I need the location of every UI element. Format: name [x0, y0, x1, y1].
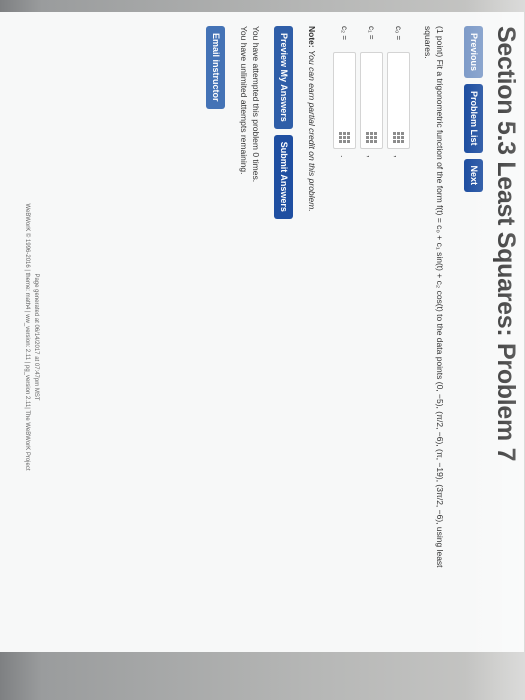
answer-input-c2[interactable] — [333, 52, 356, 149]
submit-answers-button[interactable]: Submit Answers — [274, 134, 293, 219]
page-footer: Page generated at 06/14/2017 at 07:47pm … — [22, 26, 40, 648]
answer-actions: Preview My Answers Submit Answers — [274, 26, 293, 648]
page-title: Section 5.3 Least Squares: Problem 7 — [492, 26, 520, 462]
next-button[interactable]: Next — [464, 158, 483, 193]
matrix-icon[interactable] — [339, 132, 350, 143]
matrix-icon[interactable] — [366, 132, 377, 143]
previous-button[interactable]: Previous — [464, 26, 483, 79]
answer-suffix: , — [393, 155, 404, 158]
answer-suffix: . — [339, 155, 350, 158]
answer-suffix: , — [366, 155, 377, 158]
matrix-icon[interactable] — [393, 132, 404, 143]
page-content: Section 5.3 Least Squares: Problem 7 Pre… — [0, 26, 520, 648]
note-label: Note: — [307, 26, 317, 48]
partial-credit-note: Note: You can earn partial credit on thi… — [307, 26, 317, 648]
photo-background: Section 5.3 Least Squares: Problem 7 Pre… — [0, 0, 525, 700]
attempt-status: You have attempted this problem 0 times.… — [238, 26, 262, 648]
footer-version: WeBWorK © 1996-2016 | theme: math4 | ww_… — [24, 203, 30, 471]
answer-label-c2: c₂ = — [340, 26, 349, 40]
answer-label-c0: c₀ = — [394, 26, 403, 41]
browser-screen: Section 5.3 Least Squares: Problem 7 Pre… — [0, 12, 524, 652]
email-section: Email instructor — [206, 26, 226, 648]
answer-row-c2: c₂ = . — [331, 26, 358, 648]
answer-row-c0: c₀ = , — [385, 26, 412, 648]
answer-row-c1: c₁ = , — [358, 26, 385, 648]
problem-list-button[interactable]: Problem List — [464, 84, 483, 153]
attempt-count: You have attempted this problem 0 times. — [251, 26, 261, 183]
answer-label-c1: c₁ = — [367, 26, 376, 40]
answer-input-c1[interactable] — [360, 52, 383, 149]
answer-input-c0[interactable] — [387, 52, 410, 149]
preview-answers-button[interactable]: Preview My Answers — [274, 26, 293, 129]
email-instructor-button[interactable]: Email instructor — [206, 26, 225, 109]
problem-text: Fit a trigonometric function of the form… — [423, 26, 445, 568]
answer-fields: c₀ = , c₁ = , c₂ = . — [331, 26, 412, 648]
problem-points: (1 point) — [435, 26, 445, 58]
attempts-remaining: You have unlimited attempts remaining. — [239, 26, 249, 175]
note-text: You can earn partial credit on this prob… — [307, 50, 317, 212]
problem-statement: (1 point) Fit a trigonometric function o… — [422, 26, 446, 586]
problem-nav: Previous Problem List Next — [464, 26, 483, 648]
footer-generated: Page generated at 06/14/2017 at 07:47pm … — [33, 273, 39, 401]
